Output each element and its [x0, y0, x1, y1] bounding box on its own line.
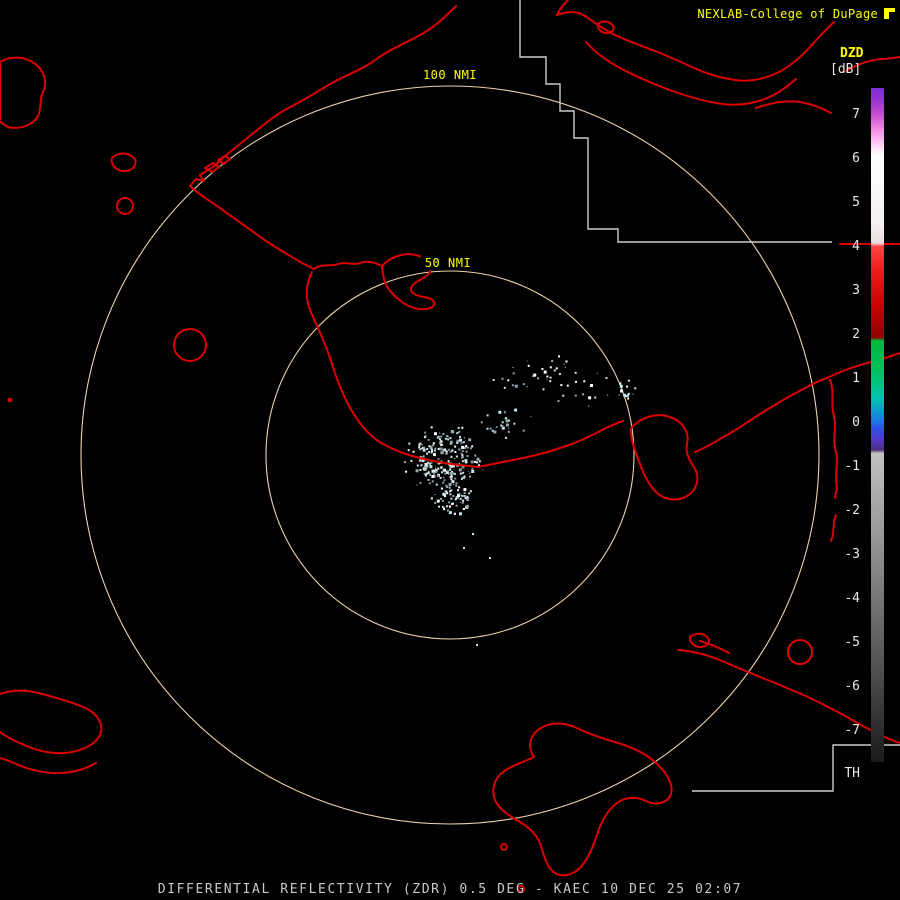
cod-logo-icon	[882, 6, 897, 21]
range-ring-label-100: 100 NMI	[419, 68, 481, 82]
coastline-west-to-center	[307, 272, 478, 467]
island-west	[112, 154, 136, 172]
range-ring-50	[266, 271, 634, 639]
colorbar-product-label: DZD	[840, 46, 863, 61]
range-ring-label-50: 50 NMI	[421, 256, 475, 270]
colorbar-tick-label: -6	[812, 680, 860, 694]
map-boundaries-red	[0, 0, 900, 892]
coastline-bottomleft-2	[0, 758, 96, 773]
coastline-bottomright	[678, 650, 900, 743]
island-small-2	[218, 156, 230, 164]
island-circle-large	[174, 329, 206, 361]
islet-left-edge	[8, 398, 12, 402]
range-rings	[81, 86, 819, 824]
colorbar-tick-label: 2	[812, 328, 860, 342]
brand-text: NEXLAB-College of DuPage	[697, 7, 878, 21]
colorbar-units-label: [dB]	[830, 62, 861, 77]
coastline-northwest	[190, 6, 456, 269]
colorbar-tick-label: 4	[812, 240, 860, 254]
islet-bottom-1	[501, 844, 507, 850]
colorbar	[871, 88, 884, 762]
boundary-right-short	[831, 515, 836, 541]
coastline-center-east	[478, 421, 623, 467]
radar-echoes	[404, 355, 636, 646]
colorbar-tick-label: -5	[812, 636, 860, 650]
boundary-right-vertical	[830, 380, 837, 498]
island-topleft-corner	[0, 58, 45, 128]
colorbar-tick-label: -3	[812, 548, 860, 562]
colorbar-threshold-label: TH	[812, 766, 860, 781]
coast-horizontal	[314, 262, 382, 269]
coastline-bottomleft-1	[0, 691, 101, 753]
colorbar-tick-label: 3	[812, 284, 860, 298]
coastline-topright-2	[586, 42, 796, 105]
colorbar-tick-label: -1	[812, 460, 860, 474]
colorbar-tick-label: 5	[812, 196, 860, 210]
county-line-bottomright	[692, 745, 900, 791]
boundary-northeast	[695, 353, 900, 452]
colorbar-tick-label: 7	[812, 108, 860, 122]
colorbar-tick-label: -2	[812, 504, 860, 518]
boundary-blob-east	[631, 415, 697, 499]
product-caption: DIFFERENTIAL REFLECTIVITY (ZDR) 0.5 DEG …	[0, 882, 900, 897]
radar-map	[0, 0, 900, 900]
county-line-topright	[520, 0, 832, 242]
colorbar-tick-label: 0	[812, 416, 860, 430]
island-circle-small	[117, 198, 133, 214]
colorbar-tick-label: 1	[812, 372, 860, 386]
colorbar-tick-label: -4	[812, 592, 860, 606]
radar-display: NEXLAB-College of DuPage DZD [dB] 7 6 5 4 3 2…	[0, 0, 900, 900]
colorbar-tick-label: 6	[812, 152, 860, 166]
island-circle-bottomright	[788, 640, 812, 664]
header: NEXLAB-College of DuPage	[697, 6, 897, 21]
colorbar-tick-label: -7	[812, 724, 860, 738]
range-ring-100	[81, 86, 819, 824]
